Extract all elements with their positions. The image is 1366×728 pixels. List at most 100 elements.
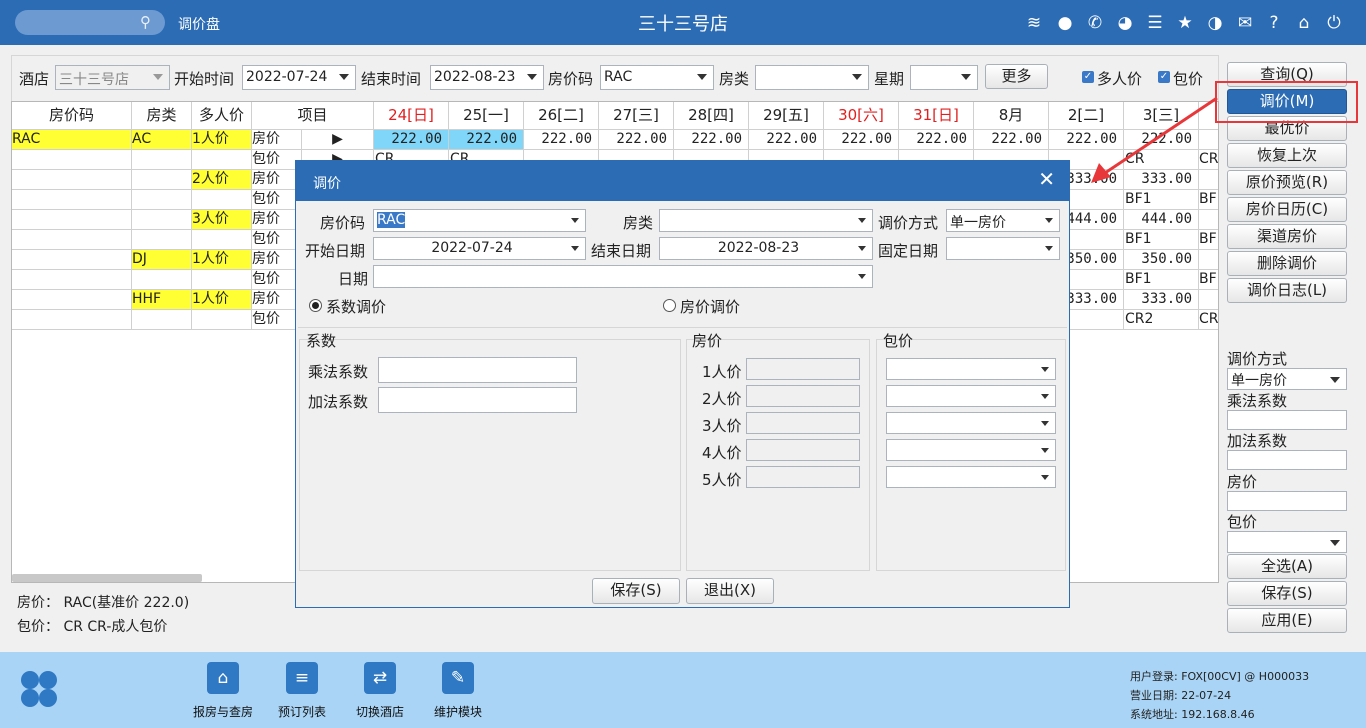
- grid-header[interactable]: 房价码: [12, 102, 132, 130]
- pkg-select[interactable]: [886, 439, 1056, 461]
- multi-price-cell[interactable]: [192, 230, 252, 250]
- theme-icon[interactable]: ◑: [1204, 12, 1226, 34]
- rate-cell[interactable]: 222.00: [599, 130, 674, 150]
- end-time-select[interactable]: 2022-08-23: [430, 65, 544, 90]
- palette-icon[interactable]: ◕: [1114, 12, 1136, 34]
- side-method-select[interactable]: 单一房价: [1227, 368, 1347, 390]
- roomtype-cell[interactable]: DJ: [132, 250, 192, 270]
- ratecode-cell[interactable]: [12, 230, 132, 250]
- dlg-add-input[interactable]: [378, 387, 577, 413]
- hotel-select[interactable]: 三十三号店: [55, 65, 170, 90]
- ratecode-cell[interactable]: [12, 190, 132, 210]
- date-header[interactable]: 24[日]: [374, 102, 449, 130]
- dlg-mult-input[interactable]: [378, 357, 577, 383]
- date-header[interactable]: 26[二]: [524, 102, 599, 130]
- chat-icon[interactable]: ●: [1054, 12, 1076, 34]
- side-rate-input[interactable]: [1227, 491, 1347, 511]
- dlg-method-select[interactable]: 单一房价: [946, 209, 1060, 232]
- start-time-select[interactable]: 2022-07-24: [242, 65, 356, 90]
- dlg-roomtype-select[interactable]: [659, 209, 873, 232]
- adjust-log-button[interactable]: 调价日志(L): [1227, 278, 1347, 303]
- ratecode-cell[interactable]: [12, 250, 132, 270]
- date-header[interactable]: 31[日]: [899, 102, 974, 130]
- star-icon[interactable]: ★: [1174, 12, 1196, 34]
- side-pkg-select[interactable]: [1227, 531, 1347, 553]
- roomtype-cell[interactable]: [132, 210, 192, 230]
- rate-cell[interactable]: 333.00: [1124, 290, 1199, 310]
- rate-cell[interactable]: BF1: [1124, 190, 1199, 210]
- roomtype-cell[interactable]: [132, 190, 192, 210]
- pkg-select[interactable]: [886, 358, 1056, 380]
- rate-cell[interactable]: 222.00: [674, 130, 749, 150]
- multi-price-checkbox[interactable]: ✓: [1082, 71, 1094, 83]
- side-mult-input[interactable]: [1227, 410, 1347, 430]
- dlg-startdate-select[interactable]: 2022-07-24: [373, 237, 586, 260]
- ratecode-cell[interactable]: [12, 310, 132, 330]
- rate-cell[interactable]: BF1: [1199, 190, 1218, 210]
- roomtype-cell[interactable]: [132, 310, 192, 330]
- help-icon[interactable]: ?: [1263, 12, 1285, 34]
- rate-cell[interactable]: [1199, 250, 1218, 270]
- multi-price-cell[interactable]: [192, 150, 252, 170]
- nav-maintenance[interactable]: ✎ 维护模块: [426, 662, 490, 720]
- close-icon[interactable]: ✕: [1038, 168, 1055, 190]
- rate-cell[interactable]: BF1: [1199, 230, 1218, 250]
- side-add-input[interactable]: [1227, 450, 1347, 470]
- ratecode-cell[interactable]: [12, 270, 132, 290]
- dlg-ratecode-select[interactable]: RAC: [373, 209, 586, 232]
- date-header[interactable]: 27[三]: [599, 102, 674, 130]
- roomtype-cell[interactable]: [132, 230, 192, 250]
- side-save-button[interactable]: 保存(S): [1227, 581, 1347, 606]
- multi-price-cell[interactable]: 3人价: [192, 210, 252, 230]
- rate-cell[interactable]: 222.00: [449, 130, 524, 150]
- phone-icon[interactable]: ✆: [1084, 12, 1106, 34]
- delete-adjust-button[interactable]: 删除调价: [1227, 251, 1347, 276]
- nav-room-status[interactable]: ⌂ 报房与查房: [191, 662, 255, 720]
- multi-price-cell[interactable]: 1人价: [192, 290, 252, 310]
- ratecode-cell[interactable]: RAC: [12, 130, 132, 150]
- date-header[interactable]: 8月: [974, 102, 1049, 130]
- rate-cell[interactable]: 222.00: [524, 130, 599, 150]
- rate-cell[interactable]: 444.00: [1124, 210, 1199, 230]
- rate-cell[interactable]: 222.00: [974, 130, 1049, 150]
- roomtype-cell[interactable]: [132, 270, 192, 290]
- multi-price-cell[interactable]: [192, 190, 252, 210]
- radio-coef[interactable]: [309, 299, 322, 312]
- roomtype-cell[interactable]: [132, 170, 192, 190]
- row-expand-icon[interactable]: ▶: [302, 130, 374, 150]
- rate-cell[interactable]: BF1: [1124, 230, 1199, 250]
- rate-cell[interactable]: BF1: [1124, 270, 1199, 290]
- ratecode-select[interactable]: RAC: [600, 65, 714, 90]
- channel-rate-button[interactable]: 渠道房价: [1227, 224, 1347, 249]
- more-button[interactable]: 更多: [985, 64, 1048, 89]
- grid-header[interactable]: 房类: [132, 102, 192, 130]
- home-icon[interactable]: ⌂: [1293, 12, 1315, 34]
- dlg-enddate-select[interactable]: 2022-08-23: [659, 237, 873, 260]
- grid-header[interactable]: 项目: [252, 102, 374, 130]
- multi-price-cell[interactable]: [192, 270, 252, 290]
- dialog-exit-button[interactable]: 退出(X): [686, 578, 774, 604]
- dlg-date-select[interactable]: [373, 265, 873, 288]
- rate-cell[interactable]: [1199, 290, 1218, 310]
- rate-cell[interactable]: 222.00: [374, 130, 449, 150]
- dlg-fixeddate-select[interactable]: [946, 237, 1060, 260]
- rate-cell[interactable]: CR2: [1124, 310, 1199, 330]
- roomtype-cell[interactable]: AC: [132, 130, 192, 150]
- grid-header[interactable]: 多人价: [192, 102, 252, 130]
- menu-icon[interactable]: ☰: [1144, 12, 1166, 34]
- ratecode-cell[interactable]: [12, 290, 132, 310]
- rate-cell[interactable]: BF1: [1199, 270, 1218, 290]
- ratecode-cell[interactable]: [12, 210, 132, 230]
- select-all-button[interactable]: 全选(A): [1227, 554, 1347, 579]
- dialog-save-button[interactable]: 保存(S): [592, 578, 680, 604]
- nav-switch-hotel[interactable]: ⇄ 切换酒店: [348, 662, 412, 720]
- rate-cell[interactable]: 222.00: [824, 130, 899, 150]
- pkg-select[interactable]: [886, 385, 1056, 407]
- date-header[interactable]: 30[六]: [824, 102, 899, 130]
- date-header[interactable]: 25[一]: [449, 102, 524, 130]
- original-preview-button[interactable]: 原价预览(R): [1227, 170, 1347, 195]
- radio-rate[interactable]: [663, 299, 676, 312]
- multi-price-cell[interactable]: 1人价: [192, 130, 252, 150]
- roomtype-cell[interactable]: HHF: [132, 290, 192, 310]
- rate-cell[interactable]: 350.00: [1124, 250, 1199, 270]
